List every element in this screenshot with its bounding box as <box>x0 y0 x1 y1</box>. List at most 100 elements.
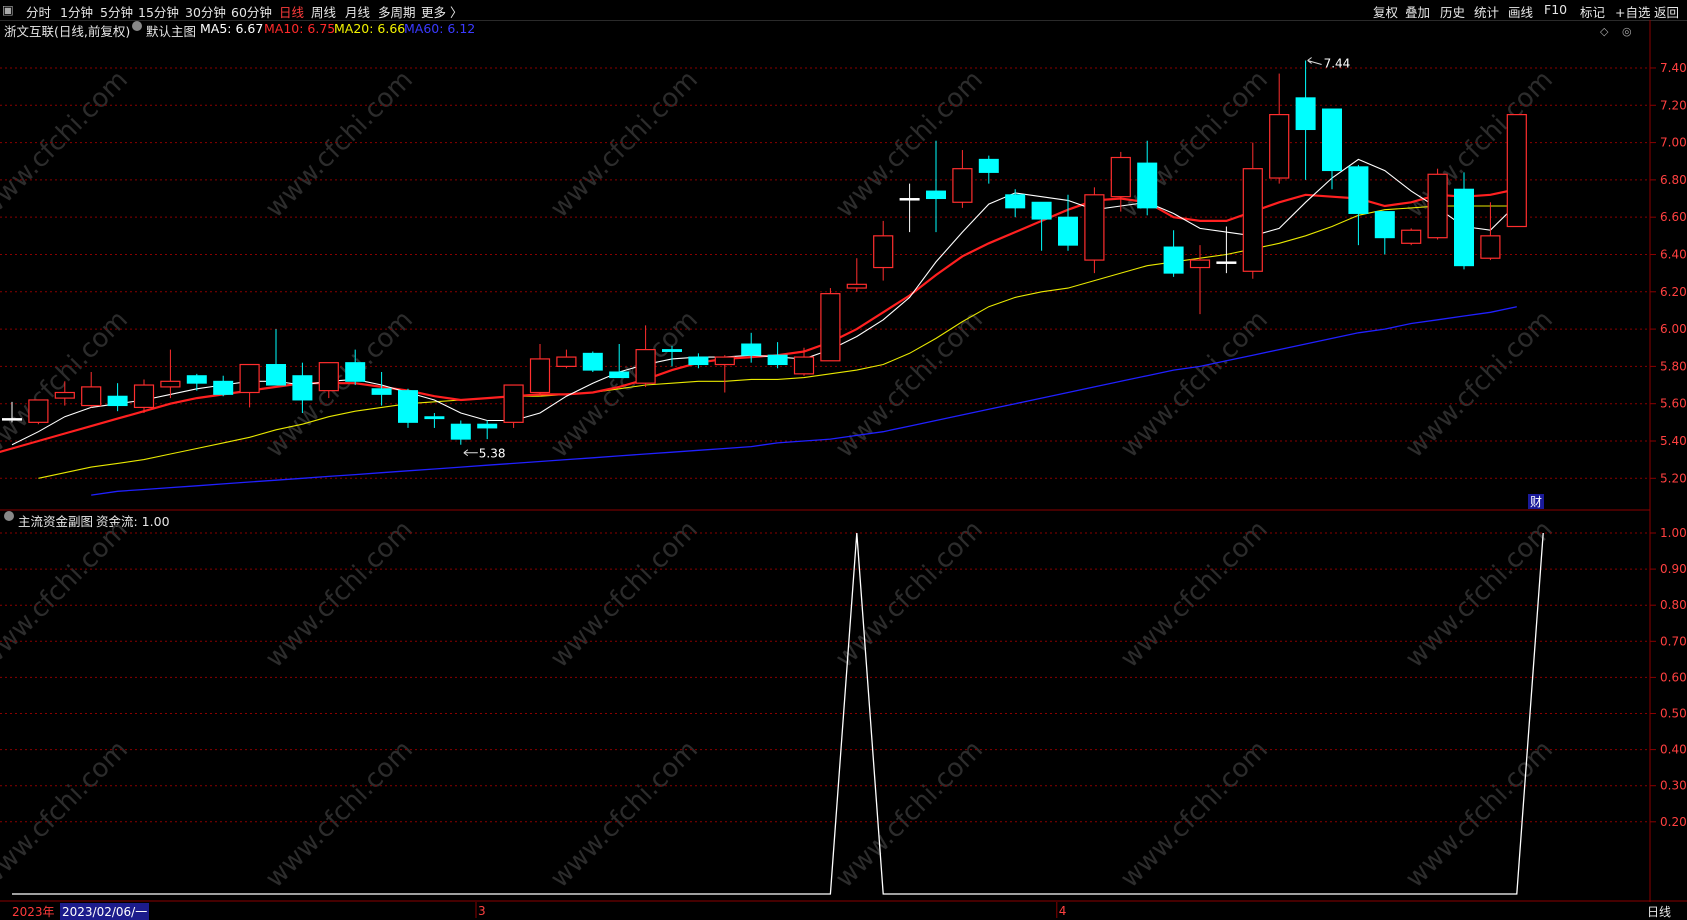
price-tick-label: 6.00 <box>1660 322 1687 336</box>
target-icon: ◎ <box>1622 25 1632 38</box>
candle-body <box>2 418 22 421</box>
watermark-text: www.cfchi.com <box>1400 65 1559 224</box>
candle-body <box>662 349 682 352</box>
watermark-text: www.cfchi.com <box>0 515 134 674</box>
price-tick-label: 5.80 <box>1660 359 1687 373</box>
sub-tick-label: 0.80 <box>1660 598 1687 612</box>
candle-body <box>820 293 841 362</box>
ma5-line <box>11 158 1518 446</box>
candle-body <box>952 168 973 203</box>
candle-body <box>1058 216 1078 246</box>
candle-body <box>186 375 207 384</box>
candle-body <box>477 423 498 429</box>
kline-chart[interactable]: www.cfchi.com www.cfchi.com www.cfchi.com w… <box>0 0 1687 920</box>
candle-body <box>81 386 102 407</box>
price-tick-label: 6.60 <box>1660 210 1687 224</box>
candle-body <box>1322 108 1342 172</box>
candle-body <box>1031 201 1052 220</box>
candle-body <box>1506 114 1527 228</box>
candle-body <box>1110 156 1131 198</box>
candle-body <box>371 388 392 395</box>
candle-body <box>1084 194 1105 261</box>
price-tick-label: 7.40 <box>1660 61 1687 75</box>
candle-body <box>28 399 49 423</box>
candle-body <box>741 343 762 356</box>
sub-tick-label: 0.60 <box>1660 670 1687 684</box>
candle-body <box>529 358 551 394</box>
candle-body <box>556 356 577 367</box>
ma10-line <box>0 188 1518 454</box>
candle-body <box>873 235 894 269</box>
sub-tick-label: 0.20 <box>1660 815 1687 829</box>
candle-body <box>398 390 418 423</box>
sub-tick-label: 1.00 <box>1660 526 1687 540</box>
year-label: 2023年 <box>12 905 55 919</box>
candle-body <box>1480 235 1501 259</box>
watermark-text: www.cfchi.com <box>830 735 989 894</box>
candle-body <box>54 391 75 399</box>
low-arrow <box>463 449 478 457</box>
time-axis-bar: 2023年 2023/02/06/一 日线 <box>0 902 1687 920</box>
watermark-text: www.cfchi.com <box>1400 735 1559 894</box>
candle-body <box>846 283 867 289</box>
candle-body <box>688 356 709 366</box>
candle-body <box>1163 246 1184 274</box>
candle-body <box>1454 188 1474 267</box>
candle-body <box>926 190 946 200</box>
watermark-text: www.cfchi.com <box>0 735 134 894</box>
candle-body <box>107 395 128 407</box>
price-tick-label: 7.20 <box>1660 98 1687 112</box>
candle-body <box>714 356 735 366</box>
watermark-text: www.cfchi.com <box>1115 515 1274 674</box>
candle-body <box>213 380 234 395</box>
candle-body <box>292 375 313 401</box>
candle-body <box>793 356 815 375</box>
price-tick-label: 7.00 <box>1660 136 1687 150</box>
watermark-text: www.cfchi.com <box>0 65 134 224</box>
candle-body <box>424 416 445 420</box>
candle-body <box>1374 211 1395 239</box>
low-label: 5.38 <box>479 447 506 461</box>
candle-body <box>1216 261 1237 264</box>
candle-body <box>318 362 339 392</box>
price-tick-label: 6.40 <box>1660 247 1687 261</box>
candle-body <box>582 352 603 371</box>
candle-body <box>1269 114 1290 179</box>
price-tick-label: 5.20 <box>1660 471 1687 485</box>
watermark-text: www.cfchi.com <box>545 735 704 894</box>
sub-tick-label: 0.30 <box>1660 779 1687 793</box>
candle-body <box>1401 229 1422 244</box>
watermark-text: www.cfchi.com <box>260 735 419 894</box>
candle-body <box>1137 162 1158 209</box>
watermark-text: www.cfchi.com <box>260 65 419 224</box>
price-tick-label: 6.80 <box>1660 173 1687 187</box>
candle-body <box>1189 259 1211 269</box>
candle-body <box>899 198 920 201</box>
period-label[interactable]: 日线 <box>1647 903 1671 920</box>
candle-body <box>609 371 630 379</box>
cursor-date: 2023/02/06/一 <box>60 903 150 920</box>
candle-body <box>1005 194 1026 209</box>
high-label: 7.44 <box>1324 57 1351 71</box>
candle-body <box>239 363 260 394</box>
candle-body <box>450 423 471 440</box>
candle-body <box>503 384 524 423</box>
candle-body <box>1348 166 1369 214</box>
diamond-icon: ◇ <box>1600 25 1609 38</box>
watermark-text: www.cfchi.com <box>545 65 704 224</box>
candle-body <box>345 362 366 382</box>
candle-body <box>978 158 999 173</box>
candle-body <box>635 349 656 384</box>
candle-body <box>1295 97 1316 131</box>
watermark-text: www.cfchi.com <box>545 515 704 674</box>
candle-body <box>1427 173 1448 239</box>
price-tick-label: 5.40 <box>1660 434 1687 448</box>
fin-report-label: 财 <box>1530 495 1542 509</box>
high-arrow <box>1307 57 1322 65</box>
sub-tick-label: 0.90 <box>1660 562 1687 576</box>
watermark-text: www.cfchi.com <box>1115 735 1274 894</box>
sub-tick-label: 0.50 <box>1660 707 1687 721</box>
sub-tick-label: 0.40 <box>1660 743 1687 757</box>
candle-body <box>133 384 155 409</box>
price-tick-label: 6.20 <box>1660 285 1687 299</box>
